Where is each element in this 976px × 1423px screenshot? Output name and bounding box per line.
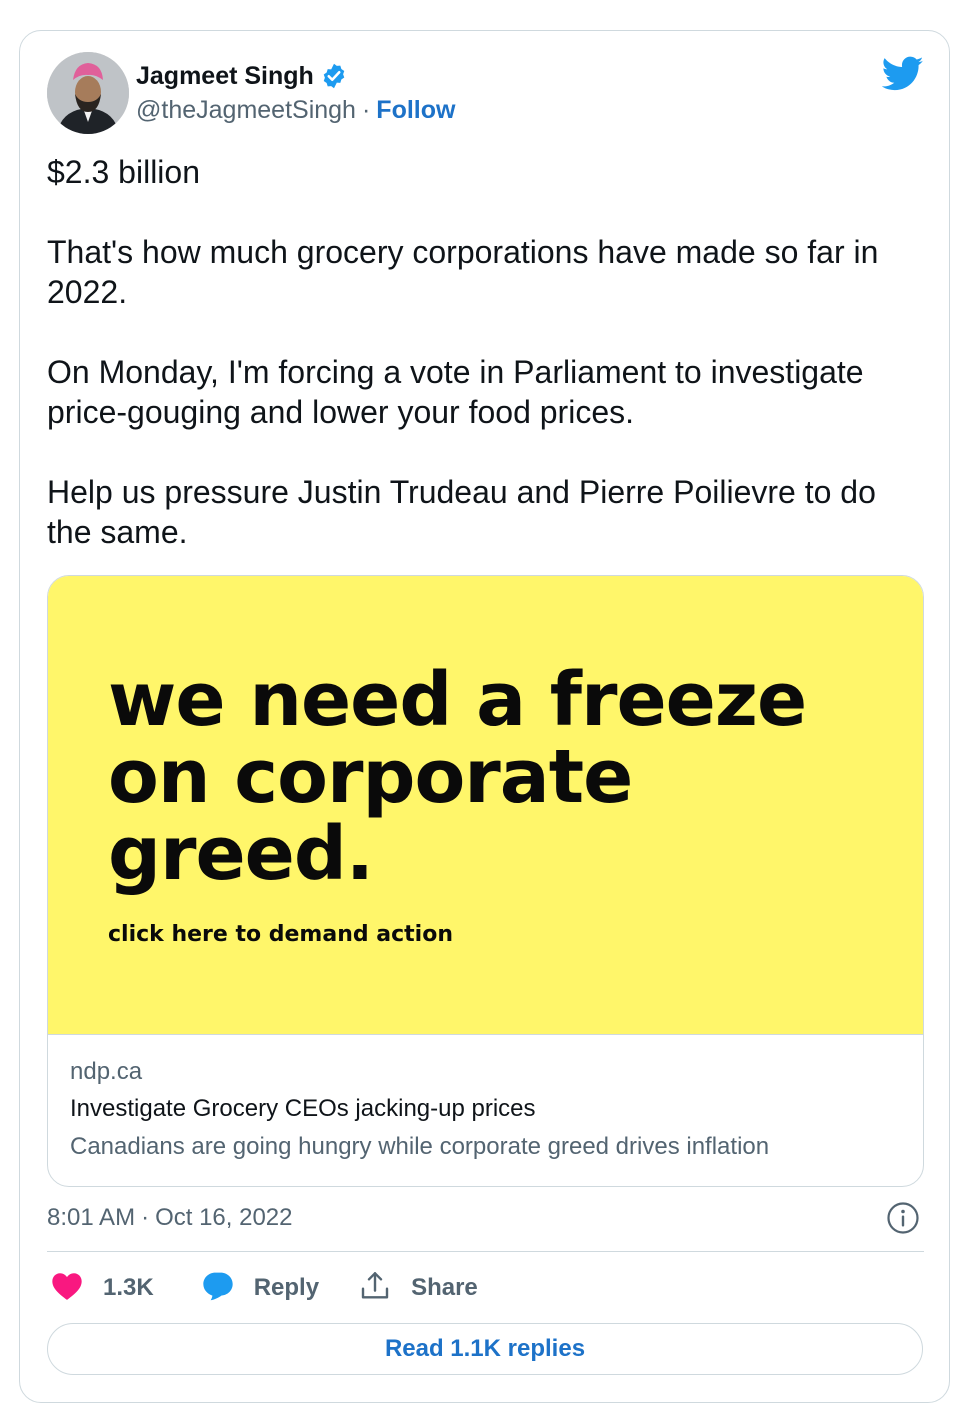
author-handle[interactable]: @theJagmeetSingh (136, 96, 356, 125)
tweet-timestamp[interactable]: 8:01 AM · Oct 16, 2022 (47, 1200, 293, 1236)
link-description: Canadians are going hungry while corpora… (70, 1133, 770, 1160)
heart-icon (51, 1271, 83, 1306)
link-preview-meta: ndp.ca Investigate Grocery CEOs jacking-… (70, 1054, 903, 1166)
separator-dot: · (141, 1204, 150, 1231)
author-handle-row: @theJagmeetSingh · Follow (136, 94, 455, 126)
link-domain: ndp.ca (70, 1058, 143, 1085)
verified-badge-icon (320, 62, 348, 90)
share-icon (359, 1270, 391, 1307)
reply-bubble-icon (202, 1271, 234, 1306)
tweet-date: Oct 16, 2022 (155, 1204, 293, 1231)
tweet-time: 8:01 AM (47, 1204, 136, 1231)
author-avatar[interactable] (47, 52, 129, 134)
tweet-paragraph: Help us pressure Justin Trudeau and Pier… (47, 474, 876, 550)
link-preview-image[interactable]: we need a freeze on corporate greed. cli… (48, 576, 923, 1035)
tweet-actions: 1.3K Reply Share (47, 1266, 478, 1310)
like-count: 1.3K (103, 1274, 154, 1301)
separator-dot: · (361, 95, 371, 124)
image-cta-text: click here to demand action (108, 922, 453, 947)
twitter-bird-icon[interactable] (881, 56, 924, 92)
tweet-paragraph: That's how much grocery corporations hav… (47, 234, 879, 310)
like-button[interactable]: 1.3K (47, 1271, 154, 1306)
author-name-row: Jagmeet Singh (136, 58, 348, 94)
info-icon[interactable] (886, 1201, 920, 1235)
reply-label: Reply (253, 1274, 320, 1301)
follow-link[interactable]: Follow (376, 96, 455, 125)
image-headline: we need a freeze on corporate greed. (108, 657, 807, 897)
share-button[interactable]: Share (359, 1270, 478, 1307)
tweet-paragraph: $2.3 billion (47, 154, 200, 190)
reply-button[interactable]: Reply (202, 1271, 319, 1306)
tweet-paragraph: On Monday, I'm forcing a vote in Parliam… (47, 354, 864, 430)
read-replies-button[interactable]: Read 1.1K replies (47, 1323, 923, 1375)
link-title: Investigate Grocery CEOs jacking-up pric… (70, 1095, 536, 1122)
divider (47, 1251, 924, 1252)
share-label: Share (411, 1274, 478, 1301)
author-name[interactable]: Jagmeet Singh (136, 62, 314, 91)
tweet-text: $2.3 billion That's how much grocery cor… (47, 152, 927, 552)
link-preview-card[interactable]: we need a freeze on corporate greed. cli… (47, 575, 924, 1187)
